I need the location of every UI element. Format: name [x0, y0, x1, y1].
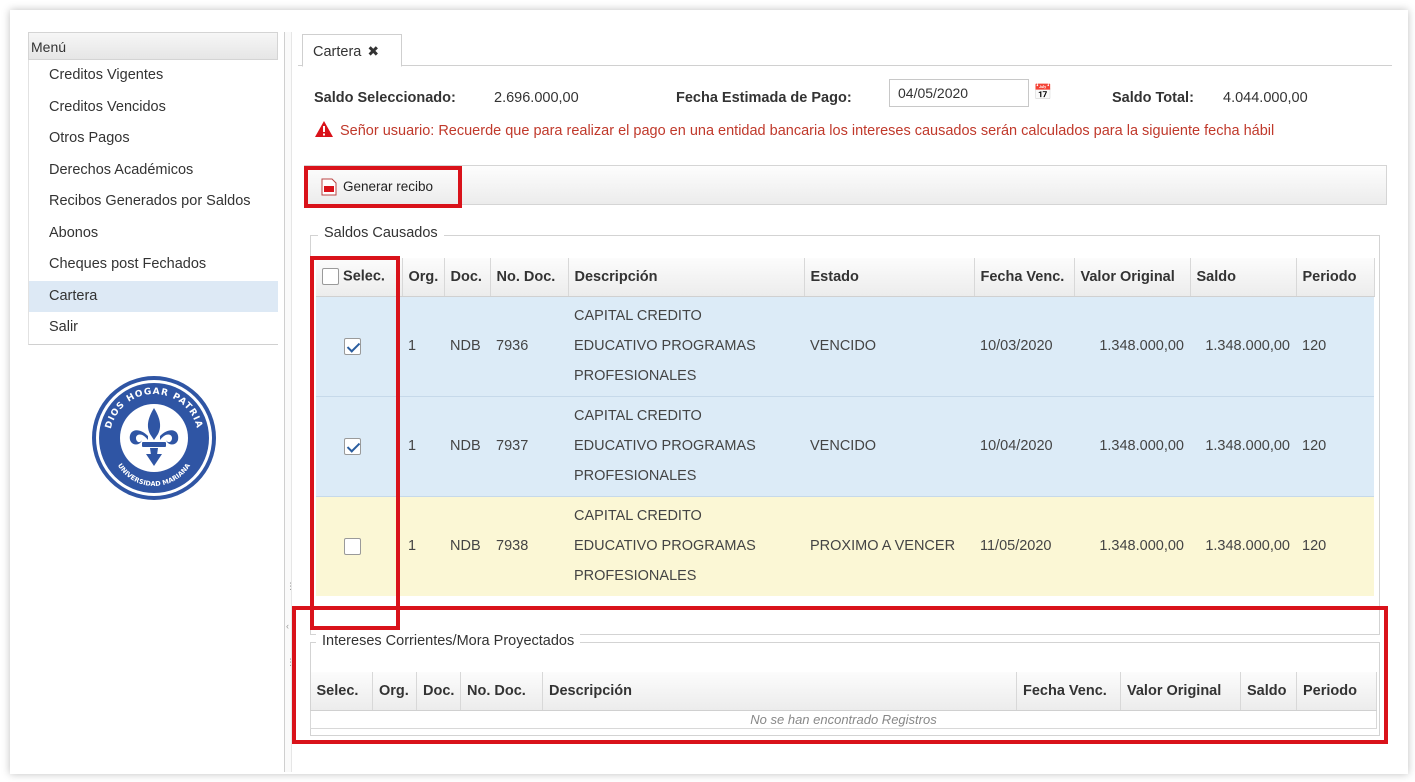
cell-saldo: 1.348.000,00: [1190, 296, 1296, 397]
highlight-intereses-section: [292, 606, 1388, 744]
cell-periodo: 120: [1296, 396, 1374, 497]
cell-valor-original: 1.348.000,00: [1074, 496, 1190, 596]
menu-item-derechos-academicos[interactable]: Derechos Académicos: [29, 155, 278, 187]
cell-doc: NDB: [444, 496, 490, 596]
table-row[interactable]: 1 NDB 7936 CAPITAL CREDITO EDUCATIVO PROG…: [316, 296, 1374, 397]
fecha-estimada-label: Fecha Estimada de Pago:: [676, 90, 852, 106]
saldos-causados-table: Selec. Org. Doc. No. Doc. Descripción Es…: [316, 258, 1375, 596]
highlight-selec-column: [310, 256, 400, 630]
panel-splitter[interactable]: ⋮ ‹ ⋮: [284, 32, 295, 772]
cell-no-doc: 7938: [490, 496, 568, 596]
cell-estado: VENCIDO: [804, 396, 974, 497]
menu-item-recibos-generados[interactable]: Recibos Generados por Saldos: [29, 186, 278, 218]
column-header-org[interactable]: Org.: [402, 258, 445, 297]
cell-fecha-venc: 10/03/2020: [974, 296, 1074, 397]
cell-periodo: 120: [1296, 496, 1374, 596]
cell-valor-original: 1.348.000,00: [1074, 396, 1190, 497]
cell-estado: PROXIMO A VENCER: [804, 496, 974, 596]
cell-org: 1: [402, 396, 444, 497]
cell-no-doc: 7937: [490, 396, 568, 497]
menu-header: Menú: [28, 32, 278, 60]
cell-fecha-venc: 10/04/2020: [974, 396, 1074, 497]
highlight-generar-recibo: [304, 166, 462, 208]
column-header-saldo[interactable]: Saldo: [1190, 258, 1297, 297]
tab-label: Cartera: [313, 44, 362, 60]
saldos-causados-legend: Saldos Causados: [318, 225, 444, 241]
menu-item-cartera[interactable]: Cartera: [29, 280, 278, 312]
menu-item-otros-pagos[interactable]: Otros Pagos: [29, 123, 278, 155]
cell-no-doc: 7936: [490, 296, 568, 397]
close-icon[interactable]: ✖: [367, 43, 379, 59]
cell-org: 1: [402, 296, 444, 397]
saldo-seleccionado-label: Saldo Seleccionado:: [314, 90, 456, 106]
menu-item-abonos[interactable]: Abonos: [29, 218, 278, 250]
cell-valor-original: 1.348.000,00: [1074, 296, 1190, 397]
cell-estado: VENCIDO: [804, 296, 974, 397]
warning-message: Señor usuario: Recuerde que para realiza…: [314, 120, 1274, 142]
warning-text: Señor usuario: Recuerde que para realiza…: [340, 123, 1275, 139]
column-header-doc[interactable]: Doc.: [444, 258, 491, 297]
cell-descripcion: CAPITAL CREDITO EDUCATIVO PROGRAMAS PROFES…: [568, 396, 804, 497]
fecha-estimada-input[interactable]: [889, 79, 1029, 107]
menu-item-salir[interactable]: Salir: [29, 312, 278, 344]
calendar-icon[interactable]: 📅: [1031, 80, 1055, 106]
cell-saldo: 1.348.000,00: [1190, 496, 1296, 596]
column-header-descripcion[interactable]: Descripción: [568, 258, 805, 297]
column-header-valor-original[interactable]: Valor Original: [1074, 258, 1191, 297]
table-row[interactable]: 1 NDB 7938 CAPITAL CREDITO EDUCATIVO PROG…: [316, 496, 1374, 596]
menu-list: Creditos Vigentes Creditos Vencidos Otro…: [28, 60, 278, 345]
main-panel: Cartera ✖ Saldo Seleccionado: 2.696.000,0…: [292, 32, 1392, 772]
cell-periodo: 120: [1296, 296, 1374, 397]
table-row[interactable]: 1 NDB 7937 CAPITAL CREDITO EDUCATIVO PROG…: [316, 396, 1374, 497]
cell-descripcion: CAPITAL CREDITO EDUCATIVO PROGRAMAS PROFES…: [568, 296, 804, 397]
column-header-periodo[interactable]: Periodo: [1296, 258, 1375, 297]
column-header-estado[interactable]: Estado: [804, 258, 975, 297]
warning-icon: [315, 121, 333, 137]
menu-item-cheques[interactable]: Cheques post Fechados: [29, 249, 278, 281]
university-logo: DIOS HOGAR PATRIA UNIVERSIDAD MARIANA: [92, 376, 216, 500]
toolbar: Generar recibo: [304, 165, 1387, 205]
tab-cartera[interactable]: Cartera ✖: [302, 34, 402, 67]
cell-doc: NDB: [444, 296, 490, 397]
cell-descripcion: CAPITAL CREDITO EDUCATIVO PROGRAMAS PROFES…: [568, 496, 804, 596]
sidebar-menu: Menú Creditos Vigentes Creditos Vencidos…: [28, 32, 278, 345]
cell-saldo: 1.348.000,00: [1190, 396, 1296, 497]
saldo-total-label: Saldo Total:: [1112, 90, 1194, 106]
menu-item-creditos-vencidos[interactable]: Creditos Vencidos: [29, 92, 278, 124]
column-header-fecha-venc[interactable]: Fecha Venc.: [974, 258, 1075, 297]
cell-doc: NDB: [444, 396, 490, 497]
tab-bar: Cartera ✖: [298, 32, 1392, 67]
table-header-row: Selec. Org. Doc. No. Doc. Descripción Es…: [316, 258, 1375, 297]
column-header-no-doc[interactable]: No. Doc.: [490, 258, 569, 297]
saldo-seleccionado-value: 2.696.000,00: [494, 90, 579, 106]
cell-fecha-venc: 11/05/2020: [974, 496, 1074, 596]
cell-org: 1: [402, 496, 444, 596]
saldo-total-value: 4.044.000,00: [1223, 90, 1308, 106]
menu-item-creditos-vigentes[interactable]: Creditos Vigentes: [29, 60, 278, 92]
